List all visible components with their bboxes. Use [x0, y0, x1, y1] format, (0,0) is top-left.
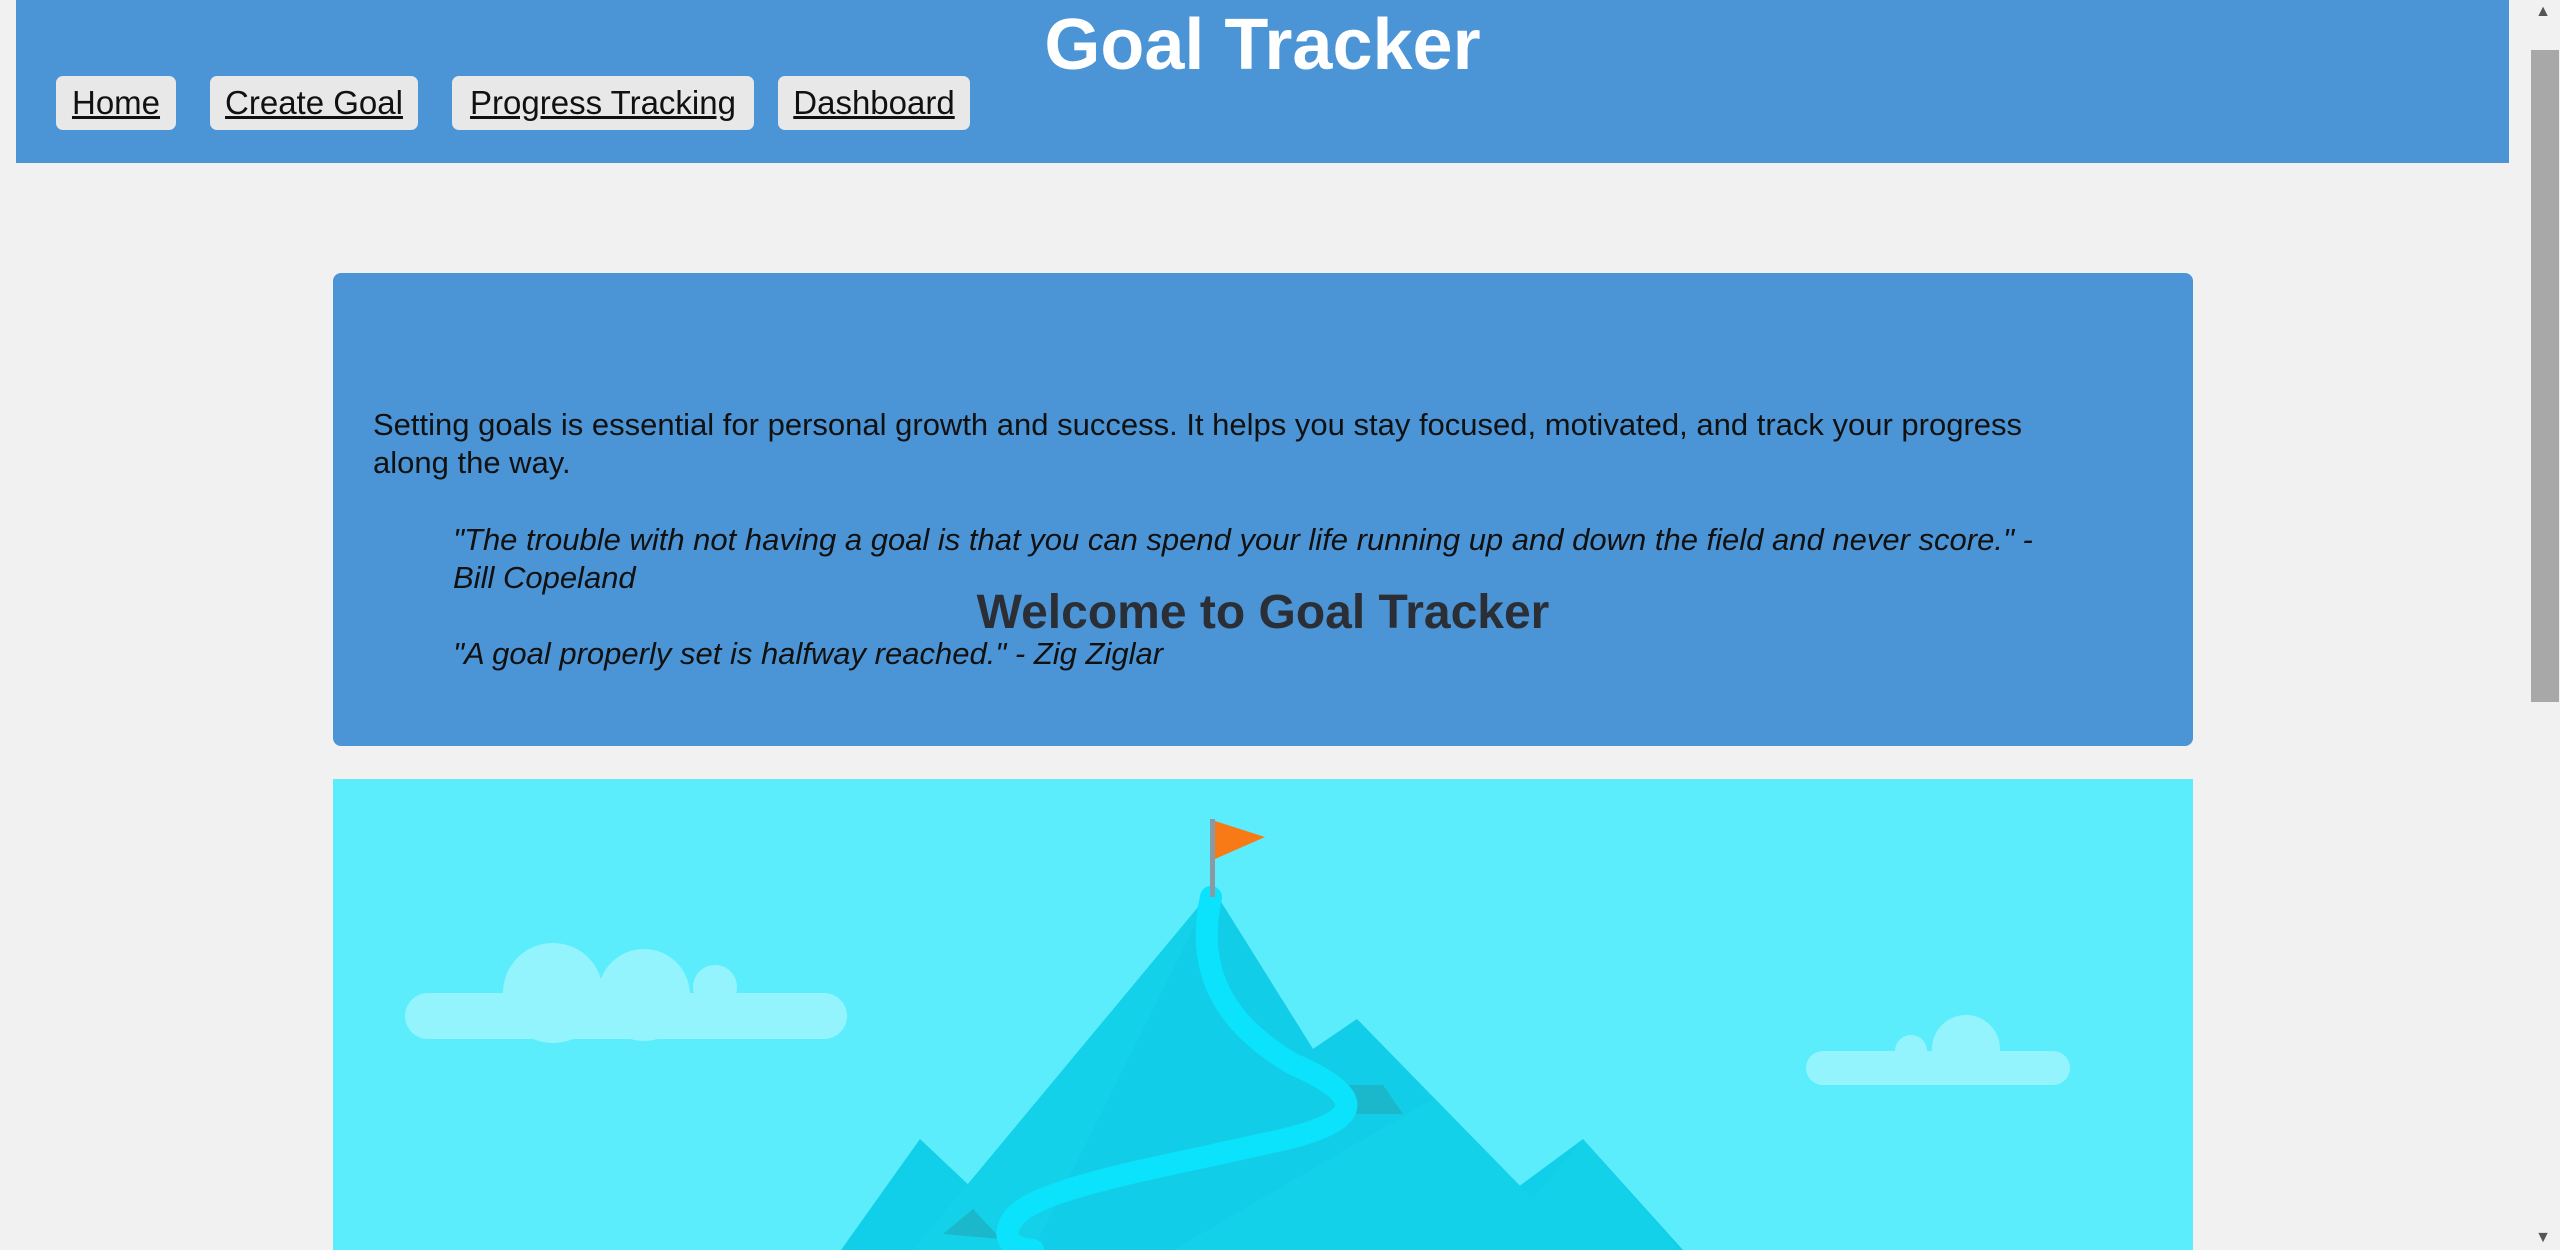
nav-progress-tracking[interactable]: Progress Tracking [452, 76, 754, 130]
mountain-shape [841, 889, 1683, 1250]
nav-dashboard[interactable]: Dashboard [778, 76, 970, 130]
mountain-illustration-svg [405, 819, 2070, 1250]
flag-icon [1210, 819, 1265, 897]
nav-create-goal[interactable]: Create Goal [210, 76, 418, 130]
scroll-up-arrow-icon[interactable]: ▲ [2526, 2, 2560, 22]
welcome-card: Welcome to Goal Tracker Setting goals is… [333, 273, 2193, 746]
mountain-illustration [333, 779, 2193, 1250]
vertical-scrollbar[interactable]: ▲ ▼ [2526, 0, 2560, 1250]
scroll-thumb[interactable] [2531, 50, 2559, 702]
nav-home[interactable]: Home [56, 76, 176, 130]
scroll-down-arrow-icon[interactable]: ▼ [2526, 1228, 2560, 1248]
quote-ziglar: "A goal properly set is halfway reached.… [453, 636, 1164, 671]
cloud-icon [1806, 1015, 2070, 1085]
site-title: Goal Tracker [1044, 5, 1481, 85]
cloud-icon [405, 943, 847, 1043]
site-header: Goal Tracker Home Create Goal Progress T… [16, 0, 2509, 163]
intro-text: Setting goals is essential for personal … [373, 407, 2023, 480]
quote-copeland: "The trouble with not having a goal is t… [453, 522, 2033, 595]
